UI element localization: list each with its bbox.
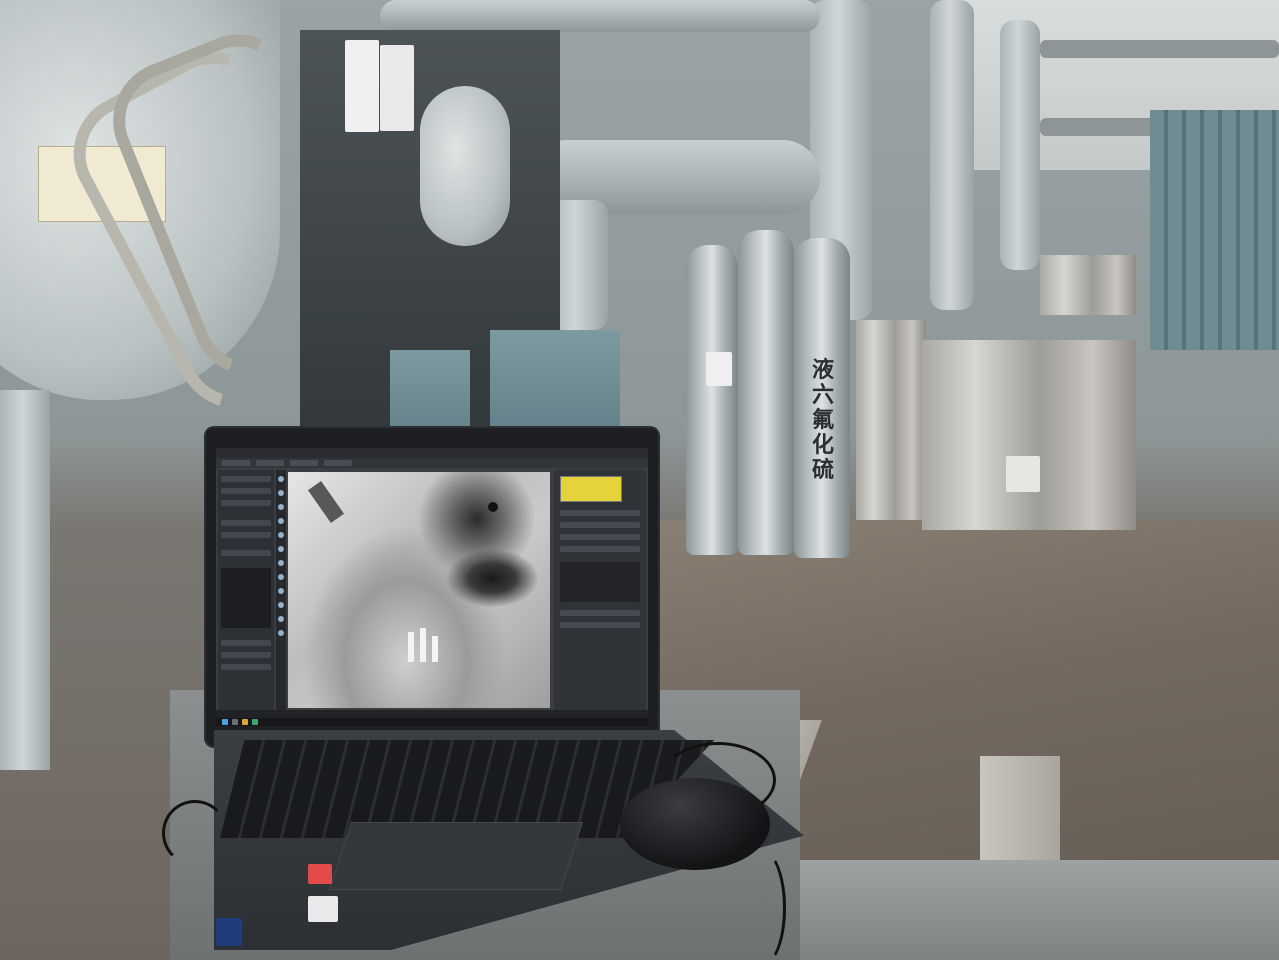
x-ray-image[interactable] — [288, 472, 550, 708]
menu-item[interactable] — [324, 460, 352, 466]
tool-icon[interactable] — [278, 560, 284, 566]
x-ray-feature — [420, 628, 426, 662]
preview-box — [221, 568, 271, 628]
x-ray-feature — [408, 632, 414, 662]
tool-icon[interactable] — [278, 588, 284, 594]
stainless-cabinet — [1040, 255, 1136, 315]
taskbar — [216, 718, 648, 726]
hanging-tag — [380, 45, 414, 131]
control-cabinets — [1150, 110, 1279, 350]
tool-icon[interactable] — [278, 518, 284, 524]
cpu-sticker — [216, 918, 242, 946]
taskbar-app-icon[interactable] — [252, 719, 258, 725]
tool-icon[interactable] — [278, 574, 284, 580]
param-row[interactable] — [221, 550, 271, 556]
menu-item[interactable] — [290, 460, 318, 466]
tool-icon[interactable] — [278, 490, 284, 496]
tool-icon[interactable] — [278, 476, 284, 482]
junction-box — [390, 350, 470, 440]
gis-column — [1000, 20, 1040, 270]
menu-item[interactable] — [222, 460, 250, 466]
taskbar-app-icon[interactable] — [232, 719, 238, 725]
floor-rail — [760, 860, 1279, 960]
histogram[interactable] — [560, 476, 622, 502]
cabinet-label — [1006, 456, 1040, 492]
stainless-cabinet — [922, 340, 1136, 530]
touchpad[interactable] — [328, 822, 584, 890]
right-histogram-panel — [554, 470, 646, 710]
laptop-screen — [216, 448, 648, 726]
gas-cylinder: 液 六 氟 化 硫 — [794, 238, 850, 558]
brand-sticker — [308, 864, 332, 884]
app-menu-bar — [216, 458, 648, 468]
status-bar — [216, 710, 648, 718]
param-row[interactable] — [560, 546, 640, 552]
param-row[interactable] — [221, 476, 271, 482]
x-ray-feature — [307, 481, 345, 523]
support-leg — [0, 390, 50, 770]
cylinder-label: 液 六 氟 化 硫 — [812, 357, 835, 483]
taskbar-app-icon[interactable] — [242, 719, 248, 725]
tool-icon[interactable] — [278, 546, 284, 552]
value-table — [560, 562, 640, 602]
junction-box — [490, 330, 620, 434]
x-ray-feature — [432, 636, 438, 662]
param-row[interactable] — [560, 534, 640, 540]
param-row[interactable] — [221, 652, 271, 658]
param-row[interactable] — [221, 664, 271, 670]
stainless-cabinet — [856, 320, 926, 520]
param-row[interactable] — [221, 488, 271, 494]
substation-photo: 液 六 氟 化 硫 — [0, 0, 1279, 960]
tool-icon[interactable] — [278, 616, 284, 622]
tool-icon[interactable] — [278, 532, 284, 538]
usb-cable — [162, 800, 228, 866]
param-row[interactable] — [221, 500, 271, 506]
gas-cylinder — [686, 245, 738, 555]
ceiling-pipe — [1040, 40, 1279, 58]
tool-icon[interactable] — [278, 504, 284, 510]
param-row[interactable] — [560, 522, 640, 528]
mouse-cable — [660, 742, 776, 818]
tool-icon[interactable] — [278, 630, 284, 636]
cylinder-tag — [706, 352, 732, 386]
menu-item[interactable] — [256, 460, 284, 466]
app-title-bar — [216, 448, 648, 458]
top-pipe — [380, 0, 820, 32]
start-icon[interactable] — [222, 719, 228, 725]
param-row[interactable] — [560, 622, 640, 628]
gis-column — [930, 0, 974, 310]
param-row[interactable] — [560, 610, 640, 616]
gas-cylinder — [738, 230, 794, 555]
param-row[interactable] — [221, 640, 271, 646]
hanging-tag — [345, 40, 379, 132]
left-parameter-panel — [218, 470, 274, 710]
param-row[interactable] — [221, 532, 271, 538]
param-row[interactable] — [560, 510, 640, 516]
mouse-cable — [740, 850, 786, 960]
flange-cover — [420, 86, 510, 246]
param-row[interactable] — [221, 520, 271, 526]
qr-sticker — [308, 896, 338, 922]
tool-icon[interactable] — [278, 602, 284, 608]
tool-strip — [276, 470, 286, 710]
x-ray-feature — [488, 502, 498, 512]
